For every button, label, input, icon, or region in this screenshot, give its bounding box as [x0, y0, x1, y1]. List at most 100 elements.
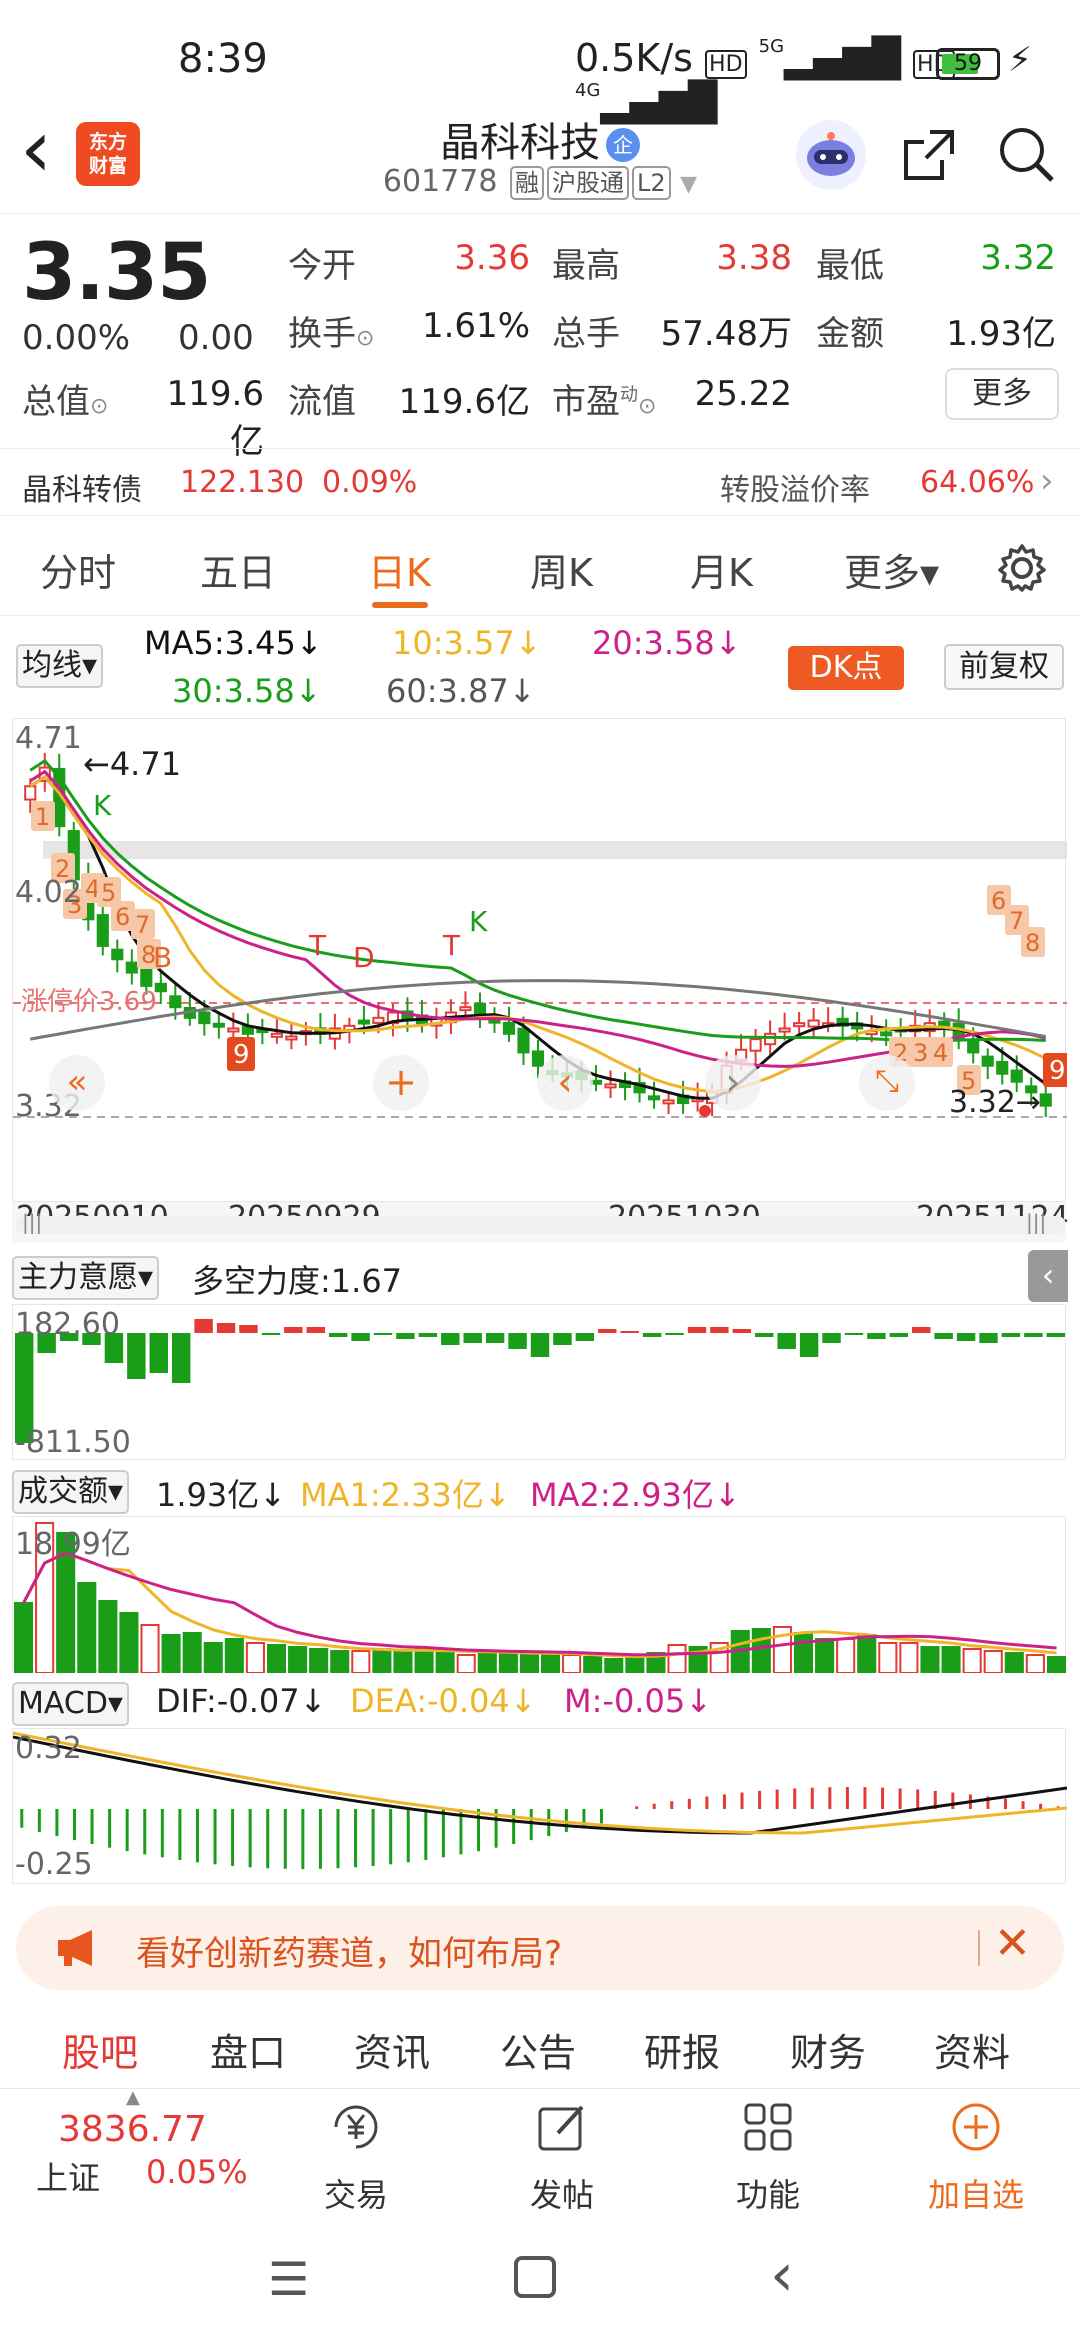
gear-icon[interactable]: [996, 542, 1048, 594]
collapse-panel-button[interactable]: ‹: [1028, 1250, 1068, 1302]
ad-banner[interactable]: 看好创新药赛道，如何布局? ✕: [16, 1906, 1064, 1990]
tab-five-day[interactable]: 五日: [200, 542, 276, 597]
volume-bar: [182, 1632, 202, 1674]
tab-weekly-k[interactable]: 周K: [530, 542, 593, 597]
tab-announcements[interactable]: 公告: [500, 2022, 576, 2077]
kline-chart[interactable]: 12345678678234599BDKKTT 4.71 4.02 3.32 ←…: [12, 718, 1071, 1202]
candle-body: [270, 1032, 283, 1038]
capital-bar: [239, 1325, 258, 1333]
back-nav-icon[interactable]: ‹: [770, 2240, 794, 2310]
volume-selector[interactable]: 成交额▾: [12, 1470, 130, 1514]
volume-bar: [288, 1646, 308, 1674]
volume-bar: [793, 1632, 814, 1674]
candle-body: [502, 1021, 516, 1035]
pe-label-text: 市盈: [552, 382, 620, 422]
volume-bar: [372, 1648, 392, 1674]
share-icon[interactable]: [900, 126, 958, 184]
tab-news[interactable]: 资讯: [354, 2022, 430, 2077]
volume-bar: [77, 1582, 97, 1674]
capital-bar: [598, 1329, 617, 1333]
y-label-top: 4.71: [15, 721, 82, 756]
post-icon: [502, 2097, 622, 2170]
tab-orderbook[interactable]: 盘口: [210, 2022, 286, 2077]
tab-daily-k[interactable]: 日K: [368, 542, 431, 597]
enterprise-badge: 企: [606, 128, 640, 162]
capital-bar: [485, 1333, 505, 1343]
dk-point-button[interactable]: DK点: [788, 646, 904, 690]
cb-price: 122.130: [180, 465, 305, 500]
function-button[interactable]: 功能: [708, 2097, 828, 2216]
candle-body: [1039, 1093, 1052, 1107]
ma20-line: [29, 769, 1047, 1068]
more-button[interactable]: 更多: [945, 368, 1059, 420]
resistance-band: [43, 841, 1067, 859]
tag-level2: L2: [631, 166, 671, 200]
caret-up-icon: ▲: [126, 2087, 140, 2108]
capital-bar: [373, 1333, 393, 1335]
index-ticker[interactable]: ▲ 3836.77 上证 0.05%: [24, 2087, 254, 2207]
prev-button[interactable]: ‹: [537, 1055, 593, 1111]
capital-bar: [127, 1333, 146, 1379]
tab-financials[interactable]: 财务: [790, 2022, 866, 2077]
float-label: 流值: [288, 382, 356, 422]
current-price: 3.35: [22, 228, 211, 318]
next-button[interactable]: ›: [705, 1055, 761, 1111]
signal-marker-label: 8: [1025, 929, 1040, 957]
candle-body: [749, 1038, 762, 1052]
close-icon[interactable]: ✕: [994, 1918, 1031, 1969]
pe-sup: 动: [620, 384, 638, 406]
menu-icon[interactable]: ☰: [268, 2252, 309, 2306]
expand-icon[interactable]: ⤡: [859, 1055, 915, 1111]
macd-chart: 0.32 -0.25: [12, 1728, 1068, 1884]
volume-bar: [309, 1648, 329, 1674]
candle-body: [793, 1022, 806, 1028]
pe-label[interactable]: 市盈动⊙: [552, 374, 656, 423]
status-time: 8:39: [178, 36, 268, 82]
candle-body: [473, 1002, 487, 1017]
search-icon[interactable]: [996, 124, 1056, 184]
tab-monthly-k[interactable]: 月K: [690, 542, 753, 597]
cb-change: 0.09%: [322, 465, 418, 500]
robot-avatar-icon[interactable]: [796, 120, 866, 190]
capital-bar: [844, 1333, 864, 1335]
ma30-line: [29, 758, 1046, 1043]
tab-intraday[interactable]: 分时: [40, 542, 116, 597]
home-icon[interactable]: [514, 2256, 556, 2298]
float-value: 119.6亿: [398, 382, 530, 422]
turnover-label[interactable]: 换手⊙: [288, 306, 374, 355]
amount-label: 金额: [816, 314, 884, 354]
range-slider[interactable]: ||| |||: [16, 1210, 1066, 1234]
open-value: 3.36: [454, 238, 530, 278]
scroll-left-button[interactable]: «: [49, 1055, 105, 1111]
mktcap-label[interactable]: 总值⊙: [22, 374, 108, 423]
volume-bar: [224, 1638, 244, 1674]
trade-button[interactable]: 交易: [296, 2097, 416, 2216]
convertible-bond-row[interactable]: 晶科转债 122.130 0.09% 转股溢价率 64.06% ›: [0, 448, 1080, 516]
macd-selector[interactable]: MACD▾: [12, 1682, 129, 1726]
ma-selector[interactable]: 均线▾: [16, 644, 104, 688]
net-speed-text: 0.5K/s: [575, 36, 693, 80]
range-handle-right[interactable]: |||: [1026, 1210, 1046, 1234]
add-watchlist-button[interactable]: 加自选: [916, 2097, 1036, 2216]
volume-bar: [562, 1654, 582, 1674]
limit-up-label: 涨停价3.69: [21, 987, 157, 1017]
adjust-mode-button[interactable]: 前复权: [944, 644, 1064, 690]
macd-top-label: 0.32: [15, 1731, 82, 1766]
trade-icon: [296, 2097, 416, 2170]
range-handle-left[interactable]: |||: [22, 1210, 42, 1234]
tab-research[interactable]: 研报: [644, 2022, 720, 2077]
tab-more[interactable]: 更多▾: [844, 542, 939, 597]
zoom-in-button[interactable]: +: [373, 1055, 429, 1111]
post-button[interactable]: 发帖: [502, 2097, 622, 2216]
battery-level: 59: [954, 51, 982, 76]
volume-chart: 18.99亿: [12, 1516, 1067, 1674]
volume-bar: [815, 1638, 835, 1674]
mktcap-label-text: 总值: [22, 382, 90, 422]
capital-bar: [1001, 1333, 1021, 1337]
tab-profile[interactable]: 资料: [934, 2022, 1010, 2077]
tab-forum[interactable]: 股吧: [62, 2022, 138, 2077]
capital-bar: [306, 1327, 325, 1333]
volume-bar: [245, 1642, 265, 1674]
low-marker: 3.32→: [949, 1085, 1041, 1120]
capital-selector[interactable]: 主力意愿▾: [12, 1256, 160, 1300]
